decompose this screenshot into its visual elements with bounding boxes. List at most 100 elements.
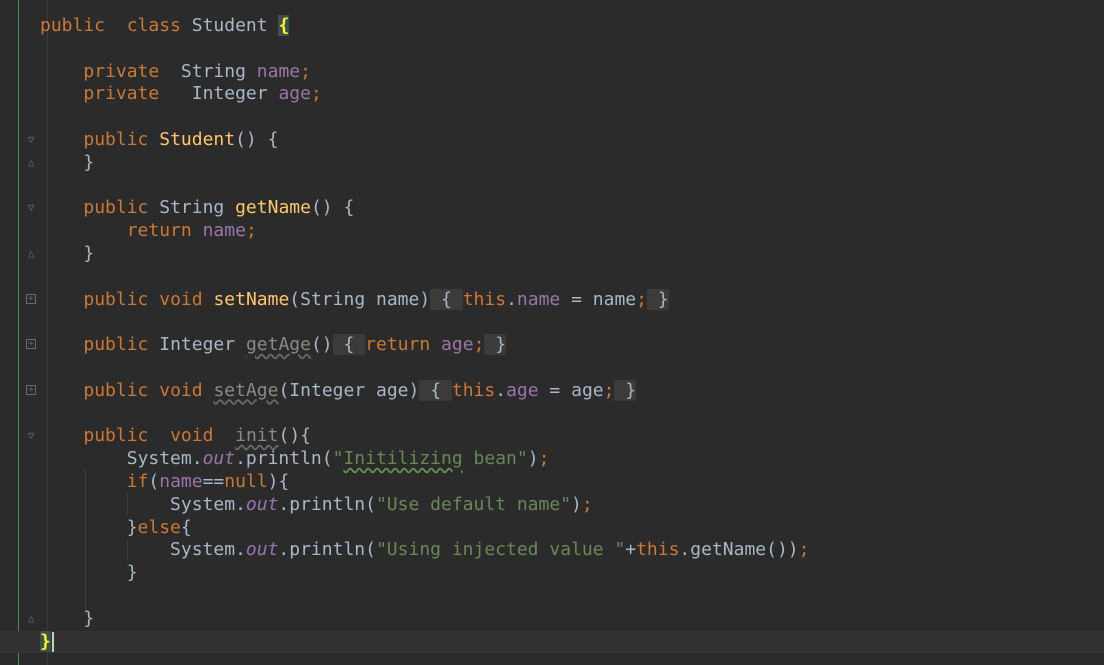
code-token: . (506, 288, 517, 310)
folded-region[interactable]: } (614, 379, 637, 401)
code-line[interactable]: System.out.println("Initilizing bean"); (40, 448, 1104, 471)
text-caret (51, 631, 54, 652)
code-line[interactable]: public String getName() { (40, 197, 1104, 220)
expand-fold-icon[interactable]: + (26, 384, 36, 395)
code-token: this (462, 288, 507, 310)
code-token: public (83, 128, 149, 150)
code-line[interactable] (40, 38, 1104, 61)
code-line[interactable]: } (40, 152, 1104, 175)
code-token: == (202, 470, 225, 492)
code-token: age (278, 83, 311, 105)
code-line[interactable] (40, 403, 1104, 426)
code-line[interactable]: } (0, 630, 1104, 654)
code-token: public (83, 334, 149, 356)
code-token: init (235, 425, 279, 447)
code-token: Student (159, 128, 236, 150)
collapse-fold-icon[interactable]: ▽ (26, 430, 36, 442)
fold-end-icon[interactable]: △ (26, 612, 36, 625)
code-token: out (245, 539, 279, 561)
code-line[interactable] (40, 311, 1104, 334)
code-token: .getName()) (679, 539, 799, 561)
code-line[interactable] (40, 175, 1104, 198)
code-token: "Using injected value " (375, 539, 626, 561)
folded-region[interactable]: } (646, 288, 669, 310)
code-token: Initilizing (343, 448, 463, 470)
code-line[interactable]: if(name==null){ (40, 471, 1104, 494)
code-line[interactable]: return name; (40, 220, 1104, 243)
code-token: ; (798, 539, 810, 561)
code-token: void (159, 379, 203, 401)
code-token: null (224, 470, 268, 492)
folded-region[interactable]: } (484, 334, 507, 356)
expand-fold-icon[interactable]: + (26, 339, 36, 350)
code-token: Student (180, 15, 279, 36)
folded-region[interactable]: { (430, 288, 463, 310)
code-line[interactable]: } (40, 562, 1104, 585)
code-token: ; (245, 220, 257, 242)
code-token: setName (213, 288, 290, 310)
code-token: public (83, 197, 149, 219)
code-line[interactable] (40, 266, 1104, 289)
expand-fold-icon[interactable]: + (26, 293, 36, 304)
code-line[interactable] (40, 357, 1104, 380)
code-line[interactable]: System.out.println("Use default name"); (40, 494, 1104, 517)
folded-region[interactable]: { (419, 379, 452, 401)
code-token: class (126, 15, 181, 36)
code-token: ) (571, 493, 582, 515)
code-token: bean" (462, 448, 528, 470)
folded-region[interactable]: { (332, 334, 366, 356)
code-text-area[interactable]: public class Student { private String na… (0, 15, 1104, 654)
code-editor[interactable]: ▽ △ ▽ △ + + + ▽ △ public class Student { private… (0, 0, 1104, 665)
code-line[interactable] (40, 106, 1104, 129)
collapse-fold-icon[interactable]: ▽ (26, 202, 36, 214)
code-line[interactable]: public void setName(String name) { this.… (40, 288, 1104, 312)
code-token: return (365, 334, 431, 356)
code-token: System. (40, 493, 246, 515)
code-token: } (40, 242, 95, 264)
code-token: + (625, 539, 637, 561)
code-token: String (148, 197, 236, 219)
code-token: return (126, 220, 192, 242)
code-token: ; (636, 288, 647, 310)
code-line[interactable]: System.out.println("Using injected value… (40, 539, 1104, 562)
code-line[interactable] (40, 585, 1104, 608)
code-line[interactable]: private String name; (40, 61, 1104, 84)
code-line[interactable]: public Integer getAge() { return age; } (40, 334, 1104, 357)
fold-end-icon[interactable]: △ (26, 156, 36, 169)
code-line[interactable]: public void setAge(Integer age) { this.a… (40, 379, 1104, 403)
code-token: name (516, 288, 561, 310)
code-token: name (159, 470, 203, 492)
code-line[interactable]: }else{ (40, 517, 1104, 540)
code-token: public (40, 15, 106, 36)
collapse-fold-icon[interactable]: ▽ (26, 134, 36, 146)
code-line[interactable]: public void init(){ (40, 425, 1104, 448)
code-line[interactable]: public class Student { (40, 15, 1104, 38)
code-token: Integer (159, 83, 279, 105)
code-token: ; (538, 448, 550, 470)
code-token: ; (581, 493, 593, 515)
code-line[interactable]: public Student() { (40, 129, 1104, 152)
code-token: { (278, 15, 290, 36)
code-line[interactable]: } (40, 243, 1104, 266)
code-token: if (126, 470, 149, 492)
code-line[interactable]: } (40, 608, 1104, 631)
fold-end-icon[interactable]: △ (26, 248, 36, 260)
code-line[interactable]: private Integer age; (40, 83, 1104, 106)
code-token: age (441, 334, 474, 356)
